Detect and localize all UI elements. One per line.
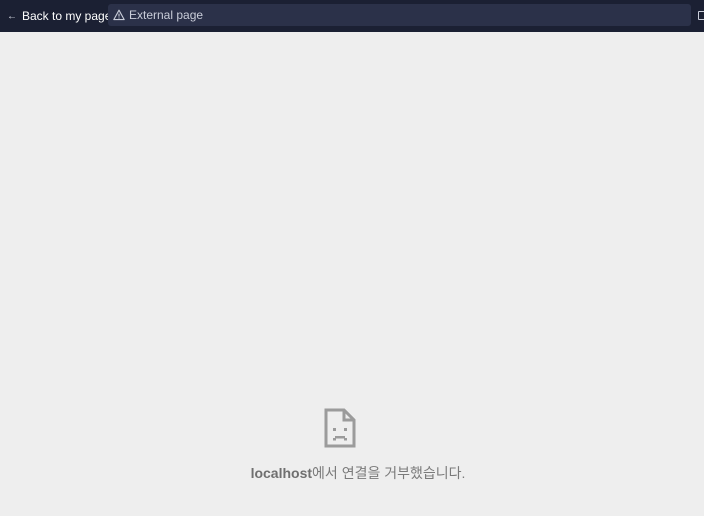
error-message: localhost에서 연결을 거부했습니다.	[0, 463, 704, 483]
url-text: External page	[129, 8, 204, 22]
error-text: 에서 연결을 거부했습니다.	[312, 465, 466, 481]
url-bar[interactable]: External page	[108, 4, 691, 26]
error-host: localhost	[250, 465, 313, 481]
page-content: localhost에서 연결을 거부했습니다.	[0, 32, 704, 516]
warning-triangle-icon	[113, 9, 125, 21]
sad-page-icon	[324, 408, 356, 448]
arrow-left-icon: ←	[7, 10, 17, 22]
top-bar: ← Back to my page External page	[0, 0, 704, 32]
copy-icon[interactable]	[698, 11, 704, 20]
back-to-my-page-link[interactable]: ← Back to my page	[7, 8, 111, 24]
back-link-label: Back to my page	[22, 9, 112, 23]
